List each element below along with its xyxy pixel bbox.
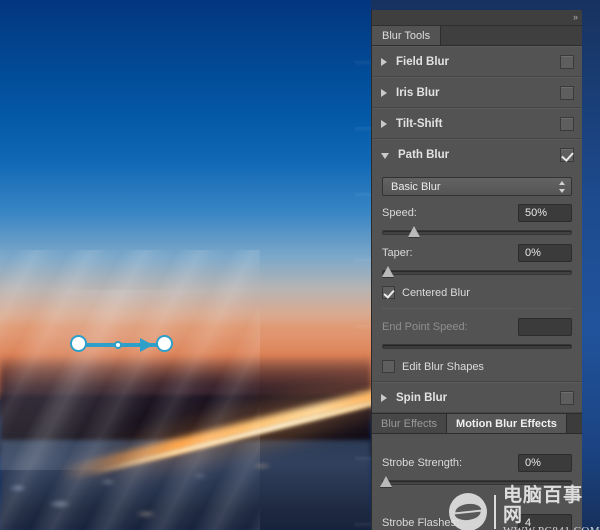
centered-blur-label: Centered Blur	[402, 287, 470, 299]
strobe-strength-slider[interactable]	[382, 476, 572, 488]
tab-blur-effects[interactable]: Blur Effects	[372, 414, 447, 433]
strobe-flashes-label: Strobe Flashes:	[382, 517, 459, 529]
section-spin-blur-checkbox[interactable]	[560, 391, 574, 405]
speed-row: Speed: 50%	[382, 203, 572, 222]
centered-blur-row[interactable]: Centered Blur	[382, 286, 572, 299]
end-point-speed-row: End Point Speed:	[382, 317, 572, 336]
panel-tab-strip: Blur Tools	[372, 26, 582, 46]
taper-slider-track[interactable]	[382, 270, 572, 275]
taper-slider-handle[interactable]	[382, 266, 394, 277]
stepper-arrows-icon[interactable]	[559, 181, 566, 194]
path-end-handle[interactable]	[156, 335, 173, 352]
path-line[interactable]	[80, 343, 166, 347]
edit-blur-shapes-label: Edit Blur Shapes	[402, 361, 484, 373]
centered-blur-checkbox[interactable]	[382, 286, 395, 299]
tab-blur-effects-label: Blur Effects	[381, 418, 437, 430]
blur-tools-panel: » Blur Tools Field Blur Iris Blur Tilt-S…	[371, 10, 582, 530]
tab-motion-blur-effects-label: Motion Blur Effects	[456, 418, 557, 430]
strobe-flashes-value-field[interactable]: 4	[518, 514, 572, 530]
section-tilt-shift-checkbox[interactable]	[560, 117, 574, 131]
speed-value-field[interactable]: 50%	[518, 204, 572, 222]
taper-value-field[interactable]: 0%	[518, 244, 572, 262]
sky-gradient	[0, 0, 371, 345]
speed-slider[interactable]	[382, 226, 572, 238]
section-spin-blur[interactable]: Spin Blur	[372, 382, 582, 413]
tab-strip-filler	[441, 26, 582, 45]
section-path-blur[interactable]: Path Blur	[372, 139, 582, 170]
section-field-blur[interactable]: Field Blur	[372, 46, 582, 77]
blurred-light-blobs	[0, 430, 371, 530]
speed-label: Speed:	[382, 207, 417, 219]
chevron-right-icon[interactable]	[381, 58, 387, 66]
strobe-strength-slider-track[interactable]	[382, 480, 572, 485]
path-start-handle[interactable]	[70, 335, 87, 352]
end-point-speed-slider	[382, 340, 572, 352]
strobe-strength-row: Strobe Strength: 0%	[382, 453, 572, 472]
taper-label: Taper:	[382, 247, 413, 259]
chevron-down-icon[interactable]	[381, 153, 389, 159]
section-path-blur-checkbox[interactable]	[560, 148, 574, 162]
strobe-strength-label: Strobe Strength:	[382, 457, 462, 469]
strobe-strength-slider-handle[interactable]	[380, 476, 392, 487]
chevron-right-icon[interactable]	[381, 120, 387, 128]
section-spin-blur-label: Spin Blur	[396, 392, 560, 404]
section-field-blur-checkbox[interactable]	[560, 55, 574, 69]
end-point-speed-slider-track	[382, 344, 572, 349]
section-path-blur-label: Path Blur	[398, 149, 560, 161]
tab-motion-blur-effects[interactable]: Motion Blur Effects	[447, 414, 567, 433]
section-tilt-shift-label: Tilt-Shift	[396, 118, 560, 130]
divider	[382, 308, 572, 309]
screenshot-root: » Blur Tools Field Blur Iris Blur Tilt-S…	[0, 0, 600, 530]
section-iris-blur-checkbox[interactable]	[560, 86, 574, 100]
end-point-speed-value-field	[518, 318, 572, 336]
end-point-speed-label: End Point Speed:	[382, 321, 468, 333]
panel-title-bar: »	[372, 10, 582, 26]
blur-type-value: Basic Blur	[391, 181, 441, 193]
section-iris-blur-label: Iris Blur	[396, 87, 560, 99]
path-mid-handle[interactable]	[114, 341, 122, 349]
chevron-right-icon[interactable]	[381, 89, 387, 97]
spacer	[382, 488, 572, 508]
taper-row: Taper: 0%	[382, 243, 572, 262]
effects-tab-strip: Blur Effects Motion Blur Effects	[372, 413, 582, 434]
tab-blur-tools[interactable]: Blur Tools	[372, 26, 441, 45]
path-blur-body: Basic Blur Speed: 50% Taper: 0%	[372, 170, 582, 382]
section-field-blur-label: Field Blur	[396, 56, 560, 68]
section-tilt-shift[interactable]: Tilt-Shift	[372, 108, 582, 139]
motion-blur-effects-body: Strobe Strength: 0% Strobe Flashes: 4	[372, 434, 582, 530]
edit-blur-shapes-checkbox[interactable]	[382, 360, 395, 373]
path-blur-widget[interactable]	[70, 334, 180, 356]
blur-type-dropdown[interactable]: Basic Blur	[382, 177, 572, 196]
speed-slider-handle[interactable]	[408, 226, 420, 237]
effects-tab-filler	[567, 414, 582, 433]
section-iris-blur[interactable]: Iris Blur	[372, 77, 582, 108]
edit-blur-shapes-row[interactable]: Edit Blur Shapes	[382, 360, 572, 373]
direction-arrow-icon	[140, 338, 153, 352]
strobe-flashes-row: Strobe Flashes: 4	[382, 513, 572, 530]
strobe-strength-value-field[interactable]: 0%	[518, 454, 572, 472]
document-canvas[interactable]	[0, 0, 371, 530]
tab-blur-tools-label: Blur Tools	[382, 30, 430, 42]
chevron-right-icon[interactable]	[381, 394, 387, 402]
collapse-panel-icon[interactable]: »	[573, 13, 577, 22]
taper-slider[interactable]	[382, 266, 572, 278]
